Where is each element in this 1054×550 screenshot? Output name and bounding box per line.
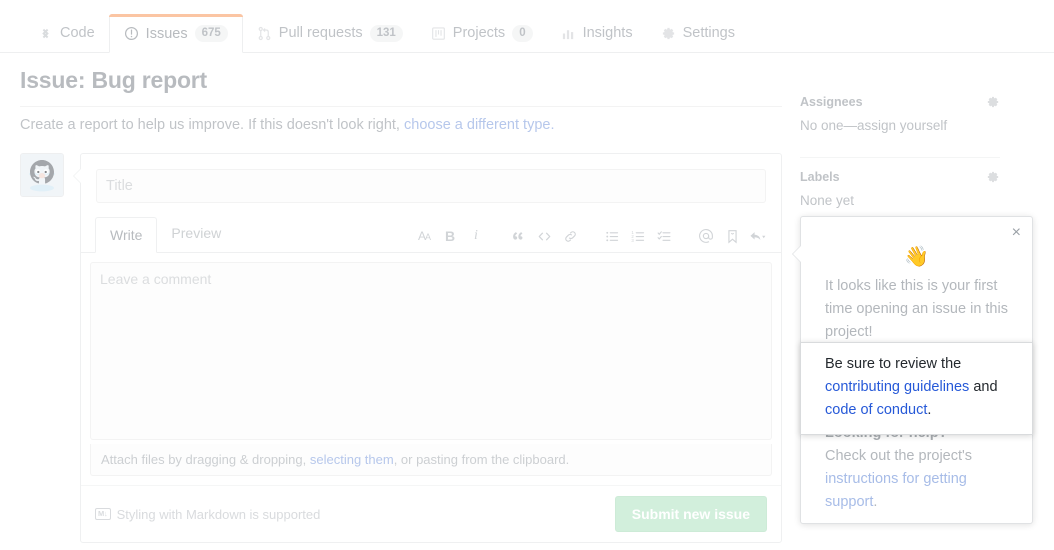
graph-icon: [561, 26, 576, 41]
markdown-support-label: Styling with Markdown is supported: [116, 506, 321, 522]
attach-text-prefix: Attach files by dragging & dropping,: [101, 452, 310, 467]
sidebar-section-assignees: Assignees No one—assign yourself: [800, 95, 1000, 145]
comment-area-wrapper: [81, 253, 781, 445]
tab-preview[interactable]: Preview: [157, 216, 235, 252]
tab-settings-label: Settings: [682, 25, 735, 41]
gear-icon: [661, 26, 676, 41]
labels-title: Labels: [800, 170, 840, 184]
text-size-icon[interactable]: AA: [411, 224, 437, 248]
assignees-title: Assignees: [800, 95, 863, 109]
mention-icon[interactable]: [693, 224, 719, 248]
popover-arrow-fill: [793, 245, 802, 263]
guidelines-middle: and: [969, 379, 998, 395]
link-icon[interactable]: [557, 224, 583, 248]
issue-form: Write Preview AA B i: [73, 153, 782, 543]
popover-help-section: Looking for help? Check out the project'…: [825, 422, 1015, 514]
code-of-conduct-link[interactable]: code of conduct: [825, 402, 927, 418]
comment-textarea[interactable]: [90, 262, 772, 440]
tab-write[interactable]: Write: [95, 217, 158, 253]
choose-different-type-link[interactable]: choose a different type.: [404, 117, 554, 133]
waving-hand-icon: 👋: [904, 246, 929, 268]
tab-pull-requests-count: 131: [369, 24, 403, 42]
labels-gear-icon[interactable]: [986, 170, 1000, 184]
ordered-list-icon[interactable]: 123: [625, 224, 651, 248]
unordered-list-icon[interactable]: [599, 224, 625, 248]
labels-header: Labels: [800, 170, 1000, 184]
tab-projects[interactable]: Projects 0: [417, 14, 547, 52]
selecting-them-link[interactable]: selecting them: [310, 452, 394, 467]
sidebar-divider-1: [800, 157, 1000, 158]
page-subtitle: Create a report to help us improve. If t…: [20, 117, 554, 133]
labels-value: None yet: [800, 193, 855, 208]
title-divider: [20, 106, 782, 107]
help-prefix: Check out the project's: [825, 448, 973, 464]
assignees-header: Assignees: [800, 95, 1000, 109]
help-suffix: .: [873, 494, 878, 510]
markdown-icon: M↓: [95, 508, 111, 520]
submit-new-issue-button[interactable]: Submit new issue: [614, 496, 767, 532]
markdown-support-note[interactable]: M↓ Styling with Markdown is supported: [95, 507, 320, 522]
assignees-gear-icon[interactable]: [986, 95, 1000, 109]
first-time-issue-popover: × 👋 It looks like this is your first tim…: [792, 216, 1033, 524]
task-list-icon[interactable]: [651, 224, 677, 248]
issue-opened-icon: [124, 26, 139, 41]
italic-icon[interactable]: i: [463, 224, 489, 248]
popover-guidelines-text: Be sure to review the contributing guide…: [825, 353, 1008, 422]
form-footer: M↓ Styling with Markdown is supported Su…: [81, 485, 781, 542]
tab-issues-count: 675: [194, 25, 228, 42]
tab-insights[interactable]: Insights: [547, 14, 647, 52]
git-pull-request-icon: [257, 26, 272, 41]
popover-intro-text: It looks like this is your first time op…: [825, 278, 1008, 340]
popover-guidelines-callout: Be sure to review the contributing guide…: [800, 342, 1033, 435]
contributing-guidelines-link[interactable]: contributing guidelines: [825, 379, 969, 395]
guidelines-prefix: Be sure to review the: [825, 356, 962, 372]
avatar: [20, 153, 64, 197]
tab-projects-label: Projects: [452, 25, 506, 41]
guidelines-suffix: .: [927, 402, 932, 418]
page-subtitle-text: Create a report to help us improve. If t…: [20, 117, 404, 133]
markdown-toolbar-group-insert: [505, 224, 583, 248]
tab-projects-count: 0: [512, 24, 533, 42]
tab-code-label: Code: [60, 25, 95, 41]
repo-navigation: Code Issues 675 Pull requests 131 Projec…: [0, 0, 1054, 53]
attach-text-suffix: , or pasting from the clipboard.: [393, 452, 570, 467]
support-instructions-link[interactable]: instructions for getting support: [825, 471, 967, 510]
tab-code[interactable]: Code: [24, 14, 109, 52]
tab-insights-label: Insights: [582, 25, 633, 41]
code-icon: [38, 26, 53, 41]
bold-icon[interactable]: B: [437, 224, 463, 248]
tab-issues[interactable]: Issues 675: [108, 14, 243, 53]
code-icon[interactable]: [531, 224, 557, 248]
sidebar-section-labels: Labels None yet: [800, 170, 1000, 220]
tab-issues-label: Issues: [145, 25, 188, 42]
tab-pull-requests[interactable]: Pull requests 131: [243, 14, 417, 52]
popover-help-body: Check out the project's instructions for…: [825, 445, 1015, 514]
reply-icon[interactable]: [745, 224, 771, 248]
quote-icon[interactable]: [505, 224, 531, 248]
attach-files-bar[interactable]: Attach files by dragging & dropping, sel…: [90, 444, 772, 476]
svg-text:3: 3: [631, 237, 634, 242]
issue-title-input[interactable]: [96, 169, 766, 203]
assignees-value: No one—assign yourself: [800, 118, 948, 133]
project-board-icon: [431, 26, 446, 41]
issue-sidebar: Assignees No one—assign yourself Labels …: [800, 95, 1000, 220]
tab-settings[interactable]: Settings: [647, 14, 749, 52]
write-preview-tabs: Write Preview AA B i 1 2 3: [81, 217, 781, 253]
close-icon[interactable]: ×: [1012, 225, 1021, 241]
tab-pull-requests-label: Pull requests: [278, 25, 363, 41]
saved-reply-icon[interactable]: [719, 224, 745, 248]
page-title: Issue: Bug report: [20, 67, 208, 93]
markdown-toolbar: AA B i 1 2 3: [411, 224, 771, 248]
markdown-toolbar-group-extra: [693, 224, 771, 248]
markdown-toolbar-group-text: AA B i: [411, 224, 489, 248]
markdown-toolbar-group-lists: 123: [599, 224, 677, 248]
